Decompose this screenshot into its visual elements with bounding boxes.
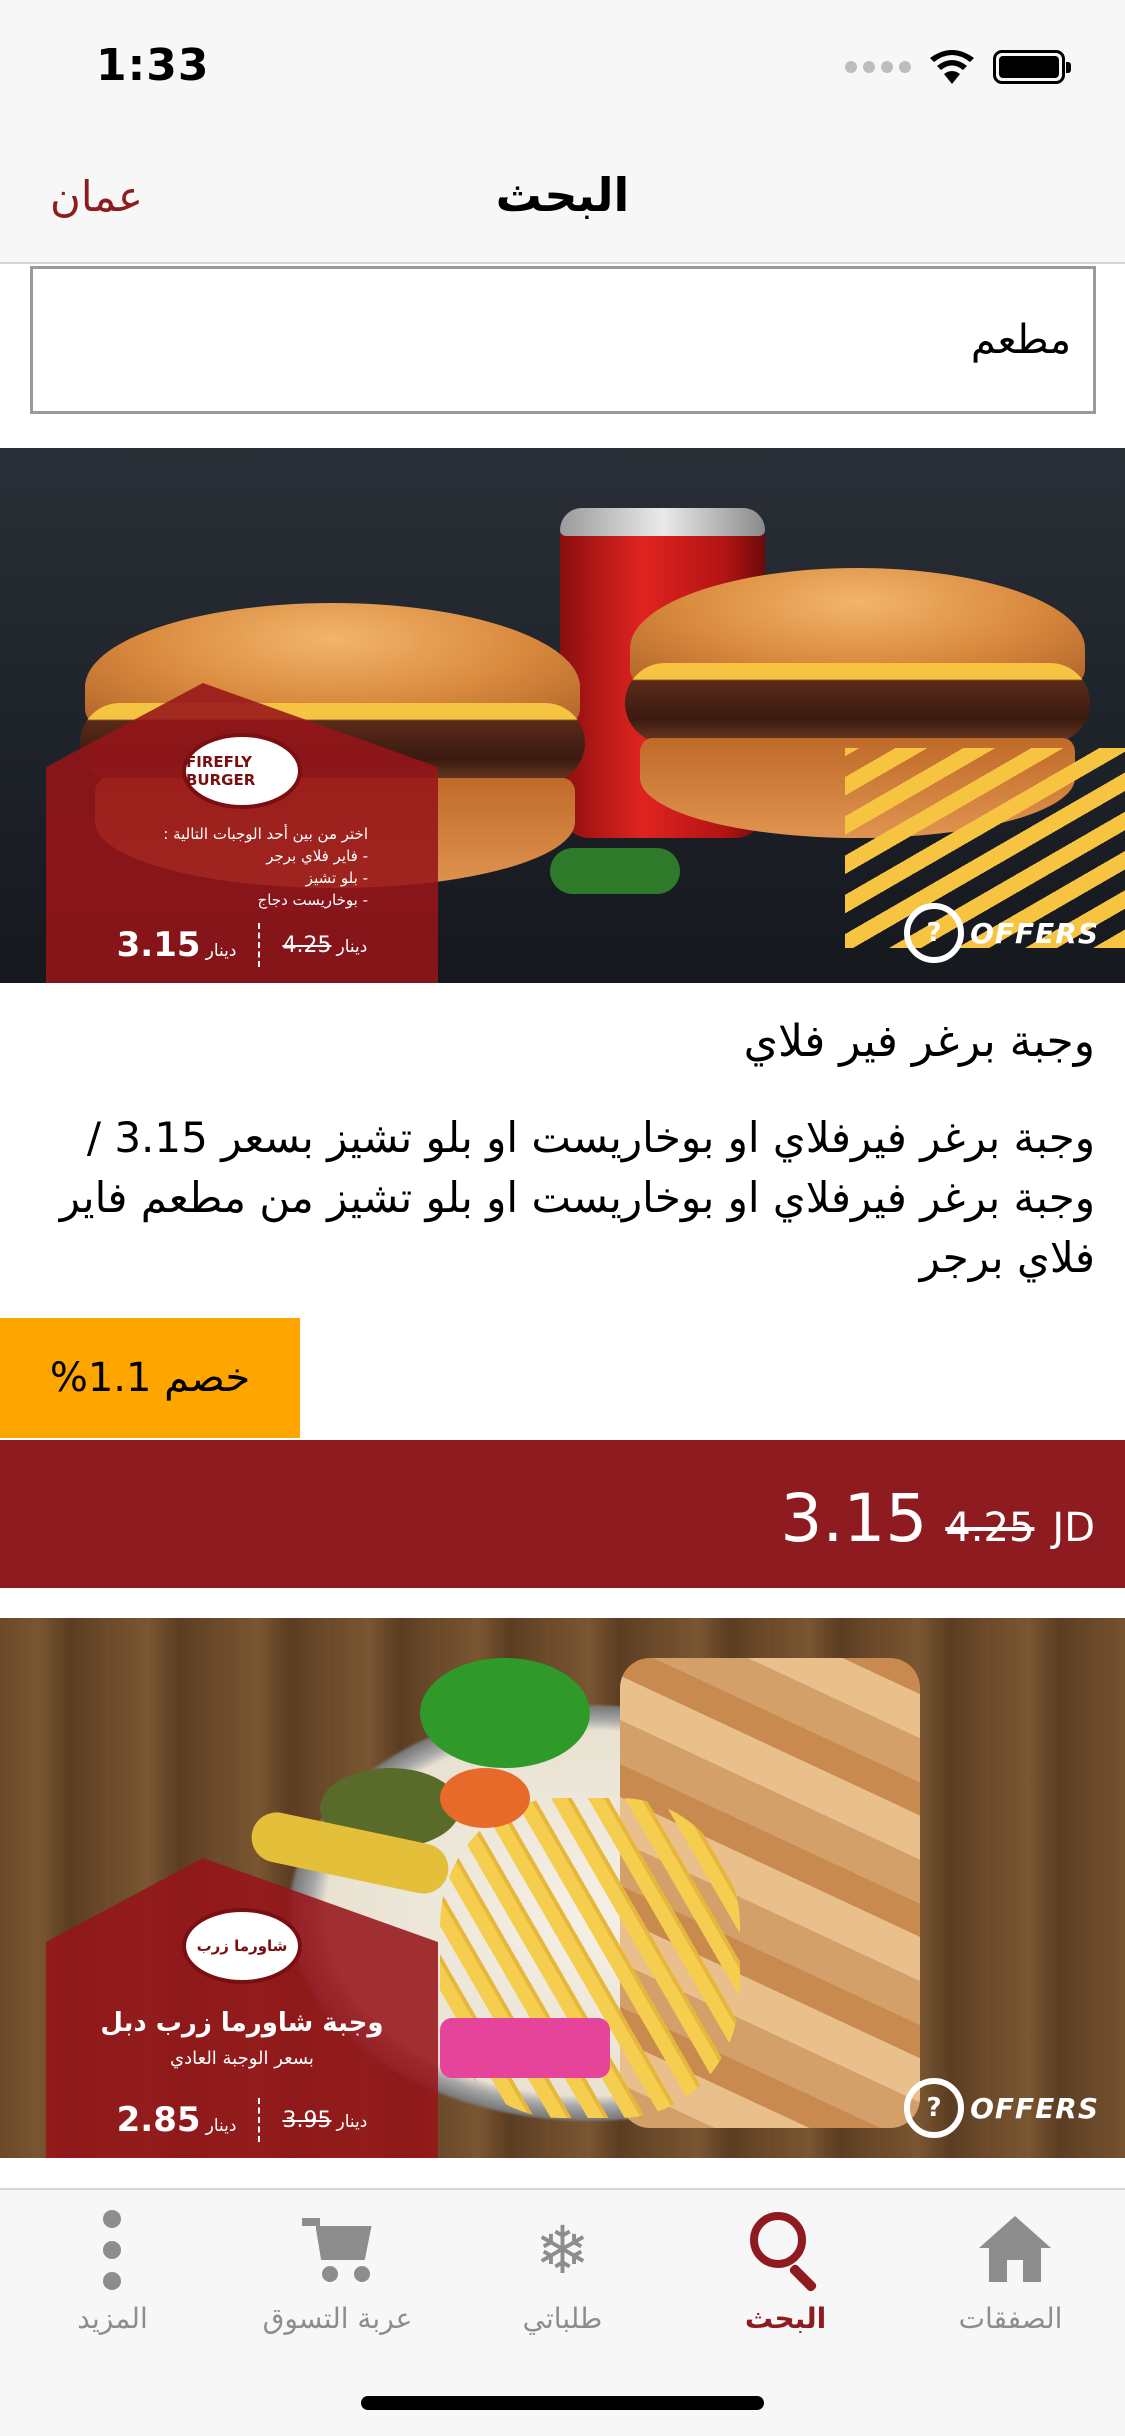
badge-subtitle: بسعر الوجبة العادي xyxy=(170,2048,314,2069)
page-title: البحث xyxy=(495,168,630,222)
badge-prices: 2.85 دينار 3.95 دينار xyxy=(116,2098,368,2142)
badge-old-price: 4.25 xyxy=(282,932,332,958)
search-field[interactable] xyxy=(30,266,1096,414)
badge-prices: 3.15 دينار 4.25 دينار xyxy=(116,923,368,967)
badge-title: وجبة شاورما زرب دبل xyxy=(100,2008,384,2038)
offers-mark-icon: ? xyxy=(904,2078,965,2138)
badge-lines: اختر من بين أحد الوجبات التالية : - فاير… xyxy=(163,825,368,909)
tab-search[interactable]: البحث xyxy=(673,2210,898,2360)
offers-mark-icon: ? xyxy=(904,903,965,963)
old-price: 4.25 xyxy=(945,1505,1035,1551)
badge-old-price: 3.95 xyxy=(282,2107,332,2133)
home-indicator[interactable] xyxy=(361,2396,764,2410)
navigation-bar: عمان البحث xyxy=(0,132,1125,264)
cart-icon xyxy=(298,2210,378,2290)
tab-deals[interactable]: الصفقات xyxy=(898,2210,1123,2360)
offer-description: وجبة برغر فيرفلاي او بوخاريست او بلو تشي… xyxy=(59,1113,1095,1282)
cellular-signal-icon xyxy=(845,61,911,73)
tab-label: طلباتي xyxy=(522,2302,603,2335)
offers-logo: ? OFFERS xyxy=(904,903,1099,963)
offer-image[interactable]: شاورما زرب وجبة شاورما زرب دبل بسعر الوج… xyxy=(0,1618,1125,2158)
battery-icon xyxy=(993,50,1071,84)
status-icons xyxy=(845,50,1071,84)
discount-badge: خصم 1.1% xyxy=(0,1318,300,1438)
offer-image[interactable]: FIREFLY BURGER اختر من بين أحد الوجبات ا… xyxy=(0,448,1125,983)
badge-new-price: 2.85 xyxy=(116,2100,201,2140)
new-price: 3.15 xyxy=(780,1480,928,1557)
status-bar: 1:33 xyxy=(0,0,1125,132)
status-time: 1:33 xyxy=(96,40,210,91)
currency: JD xyxy=(1052,1505,1095,1551)
restaurant-logo: FIREFLY BURGER xyxy=(182,733,302,809)
tab-my-orders[interactable]: ❄ طلباتي xyxy=(450,2210,675,2360)
wifi-icon xyxy=(930,50,974,84)
price-bar[interactable]: 3.15 4.25 JD xyxy=(0,1440,1125,1588)
restaurant-logo: شاورما زرب xyxy=(182,1908,302,1984)
home-icon xyxy=(971,2210,1051,2290)
tab-label: البحث xyxy=(744,2302,827,2335)
offers-logo: ? OFFERS xyxy=(904,2078,1099,2138)
tab-label: عربة التسوق xyxy=(262,2302,413,2335)
snowflake-icon: ❄ xyxy=(534,2211,591,2289)
badge-new-price: 3.15 xyxy=(116,925,201,965)
more-icon xyxy=(73,2210,153,2290)
tab-label: الصفقات xyxy=(958,2302,1063,2335)
tab-cart[interactable]: عربة التسوق xyxy=(225,2210,450,2360)
search-input[interactable] xyxy=(33,269,1093,411)
offer-title[interactable]: وجبة برغر فير فلاي xyxy=(30,1016,1095,1067)
search-icon xyxy=(746,2210,826,2293)
tab-more[interactable]: المزيد xyxy=(0,2210,225,2360)
price-row: 3.15 4.25 JD xyxy=(780,1480,1095,1557)
tab-label: المزيد xyxy=(77,2302,148,2335)
